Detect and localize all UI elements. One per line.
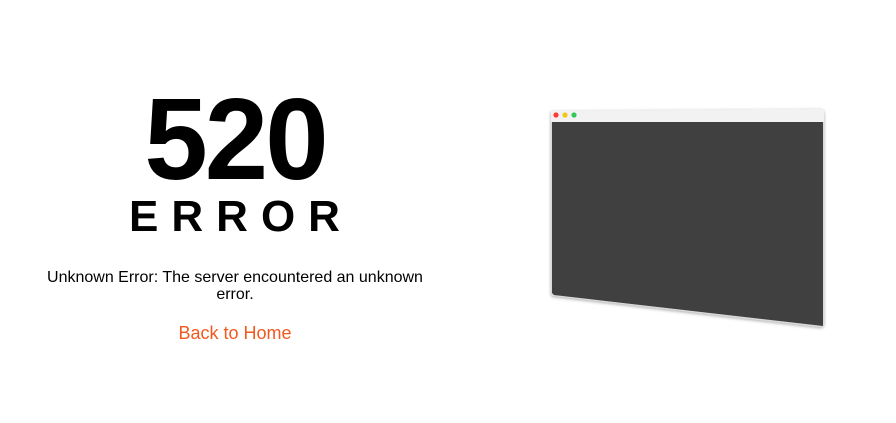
green-dot-icon — [571, 112, 577, 118]
error-page: 520 ERROR Unknown Error: The server enco… — [0, 0, 896, 423]
browser-title-bar — [551, 109, 824, 122]
back-to-home-link[interactable]: Back to Home — [178, 323, 291, 344]
error-message: Unknown Error: The server encountered an… — [47, 269, 423, 303]
yellow-dot-icon — [562, 112, 568, 118]
browser-window-icon — [551, 109, 824, 327]
error-code: 520 — [144, 74, 328, 205]
red-dot-icon — [553, 112, 559, 118]
error-content: 520 ERROR Unknown Error: The server enco… — [40, 74, 430, 344]
browser-screen — [552, 122, 823, 326]
